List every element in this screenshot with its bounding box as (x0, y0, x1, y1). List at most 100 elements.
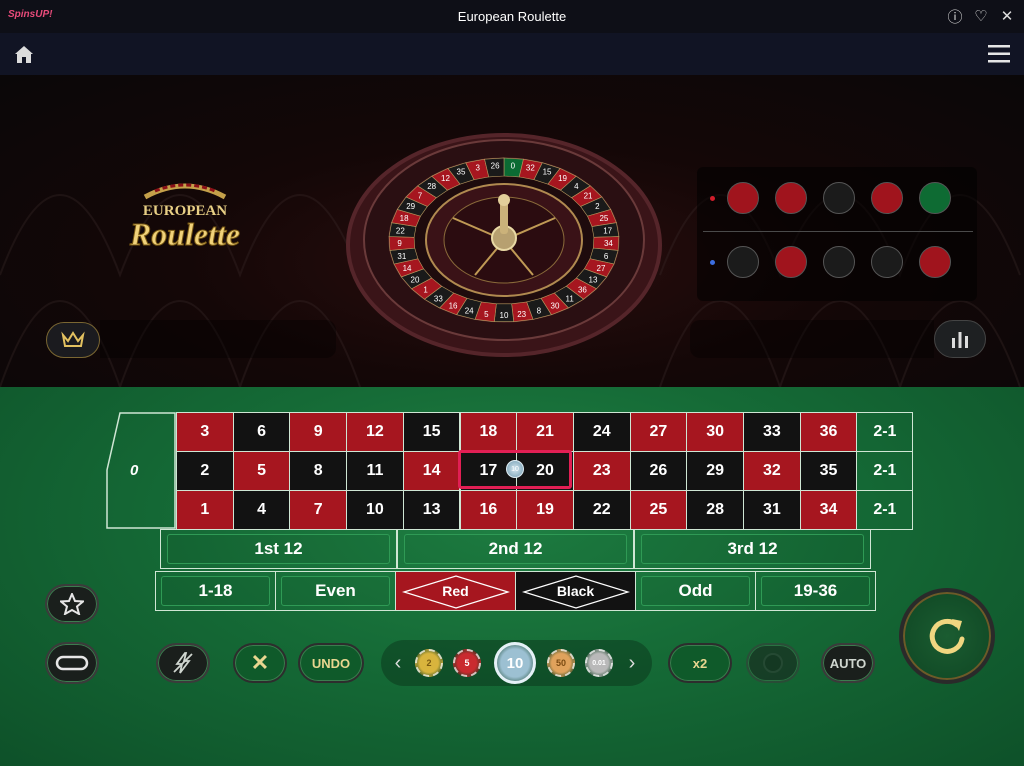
history-row-2 (697, 237, 977, 287)
wheel-pocket-number: 19 (558, 174, 567, 183)
number-cell-1[interactable]: 1 (176, 490, 234, 530)
vip-crown-button[interactable] (46, 322, 100, 358)
number-cell-28[interactable]: 28 (686, 490, 744, 530)
outside-bet-1-18[interactable]: 1-18 (155, 571, 276, 611)
heart-icon[interactable]: ♡ (972, 6, 990, 26)
number-cell-26[interactable]: 26 (629, 451, 688, 491)
chevron-left-icon[interactable]: ‹ (390, 652, 406, 674)
number-cell-3[interactable]: 3 (176, 412, 234, 452)
number-cell-8[interactable]: 8 (289, 451, 348, 491)
column-bet-2[interactable]: 2-1 (856, 451, 914, 491)
wheel-pocket-number: 5 (484, 310, 489, 319)
statistics-button[interactable] (934, 320, 986, 358)
history-result-ball (919, 246, 951, 278)
number-cell-22[interactable]: 22 (572, 490, 631, 530)
spin-button[interactable] (899, 588, 995, 684)
close-icon[interactable]: ✕ (998, 6, 1016, 26)
chip-10[interactable]: 10 (494, 642, 536, 684)
dozen-bet-2[interactable]: 2nd 12 (397, 529, 634, 569)
number-cell-6[interactable]: 6 (232, 412, 291, 452)
number-cell-10[interactable]: 10 (346, 490, 404, 530)
racetrack-button[interactable] (45, 642, 99, 684)
left-info-strip (100, 320, 336, 358)
hamburger-menu-icon[interactable] (988, 45, 1010, 63)
home-icon[interactable] (12, 43, 36, 67)
european-roulette-logo: EUROPEAN Roulette (128, 183, 241, 253)
wheel-pocket-number: 15 (543, 168, 552, 177)
number-cell-32[interactable]: 32 (743, 451, 801, 491)
history-result-ball (823, 182, 855, 214)
roulette-wheel: 0 32 1519421225173462713361130823105241633… (346, 133, 662, 357)
number-cell-13[interactable]: 13 (402, 490, 461, 530)
number-cell-27[interactable]: 27 (629, 412, 688, 452)
number-cell-4[interactable]: 4 (232, 490, 291, 530)
number-cell-31[interactable]: 31 (743, 490, 801, 530)
chip-2[interactable]: 2 (415, 649, 443, 677)
undo-button[interactable]: UNDO (298, 643, 364, 683)
number-cell-14[interactable]: 14 (402, 451, 461, 491)
wheel-pocket-number: 4 (574, 182, 579, 191)
number-cell-23[interactable]: 23 (572, 451, 631, 491)
outside-bet-19-36[interactable]: 19-36 (755, 571, 876, 611)
black-bet[interactable]: Black (515, 571, 636, 611)
number-cell-34[interactable]: 34 (799, 490, 858, 530)
number-cell-2[interactable]: 2 (176, 451, 234, 491)
zero-bet-cell[interactable] (106, 412, 176, 529)
outside-bet-label: Odd (678, 581, 713, 600)
wheel-pocket-number: 17 (603, 226, 612, 235)
chip-0.01[interactable]: 0.01 (585, 649, 613, 677)
dozen-bet-label: 2nd 12 (488, 539, 543, 558)
number-cell-21[interactable]: 21 (516, 412, 574, 452)
wheel-pocket-number: 8 (537, 307, 542, 316)
brand-logo: SpinsUP! (8, 9, 53, 20)
favourite-bets-button[interactable] (45, 584, 99, 624)
number-cell-16[interactable]: 16 (459, 490, 518, 530)
dozen-bet-1[interactable]: 1st 12 (160, 529, 397, 569)
number-cell-7[interactable]: 7 (289, 490, 348, 530)
autoplay-button[interactable]: AUTO (821, 643, 875, 683)
number-cell-29[interactable]: 29 (686, 451, 744, 491)
clear-bets-button[interactable]: ✕ (233, 643, 287, 683)
wheel-pocket-number: 26 (491, 161, 500, 170)
number-cell-9[interactable]: 9 (289, 412, 348, 452)
number-cell-19[interactable]: 19 (516, 490, 574, 530)
wheel-pocket (388, 236, 416, 251)
number-cell-35[interactable]: 35 (799, 451, 858, 491)
star-icon (60, 593, 84, 615)
number-cell-30[interactable]: 30 (686, 412, 744, 452)
red-bet[interactable]: Red (395, 571, 516, 611)
title-bar: SpinsUP! European Roulette ⓘ ♡ ✕ (0, 0, 1024, 33)
wheel-pocket-number: 21 (584, 191, 593, 200)
number-cell-24[interactable]: 24 (572, 412, 631, 452)
chevron-right-icon[interactable]: › (624, 652, 640, 674)
info-icon[interactable]: ⓘ (946, 6, 964, 26)
window-title: European Roulette (457, 9, 567, 24)
number-cell-33[interactable]: 33 (743, 412, 801, 452)
column-bet-1[interactable]: 2-1 (856, 490, 914, 530)
chip-50[interactable]: 50 (547, 649, 575, 677)
history-result-ball (871, 246, 903, 278)
number-cell-5[interactable]: 5 (232, 451, 291, 491)
placed-chip[interactable]: 10 (506, 460, 524, 478)
outside-bet-odd[interactable]: Odd (635, 571, 756, 611)
number-cell-36[interactable]: 36 (799, 412, 858, 452)
history-row-2-marker (710, 260, 715, 265)
wheel-pocket-number: 27 (597, 264, 606, 273)
number-cell-12[interactable]: 12 (346, 412, 404, 452)
outside-bet-label: Black (556, 583, 595, 599)
turbo-button[interactable] (156, 643, 210, 683)
dozen-bet-3[interactable]: 3rd 12 (634, 529, 871, 569)
wheel-pocket-number: 30 (551, 301, 560, 310)
chip-5[interactable]: 5 (453, 649, 481, 677)
outside-bet-even[interactable]: Even (275, 571, 396, 611)
number-cell-11[interactable]: 11 (346, 451, 404, 491)
wheel-pocket-number: 13 (589, 275, 598, 284)
wheel-pocket-number: 14 (403, 264, 412, 273)
number-cell-25[interactable]: 25 (629, 490, 688, 530)
number-cell-15[interactable]: 15 (402, 412, 461, 452)
double-bet-button[interactable]: x2 (668, 643, 732, 683)
number-cell-20[interactable]: 20 (516, 451, 574, 491)
column-bet-3[interactable]: 2-1 (856, 412, 914, 452)
number-cell-18[interactable]: 18 (459, 412, 518, 452)
wheel-pocket-number: 3 (475, 163, 480, 172)
